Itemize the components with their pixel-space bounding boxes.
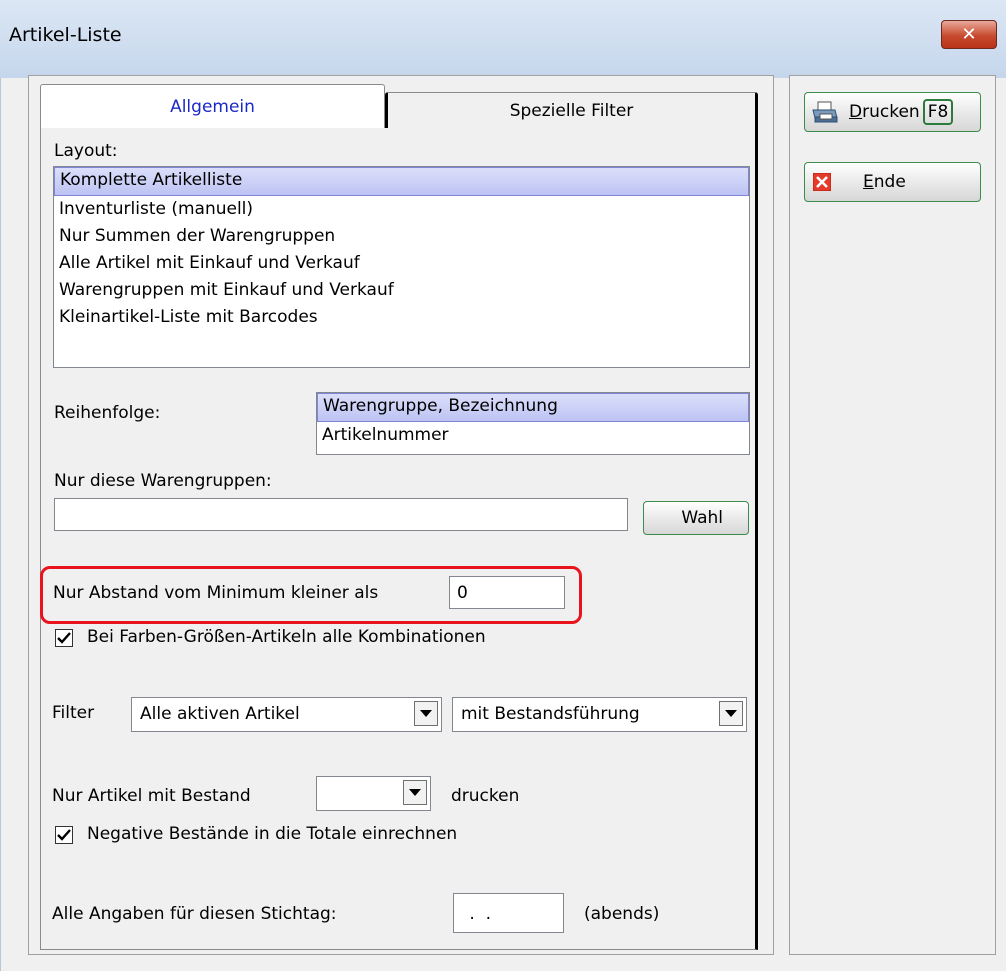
checkmark-icon <box>57 632 71 644</box>
list-item[interactable]: Warengruppen mit Einkauf und Verkauf <box>54 277 749 304</box>
chevron-down-icon[interactable] <box>403 780 427 805</box>
window-title: Artikel-Liste <box>9 24 122 46</box>
end-mnemonic: E <box>863 172 874 192</box>
list-item[interactable]: Warengruppe, Bezeichnung <box>317 393 749 422</box>
list-item[interactable]: Kleinartikel-Liste mit Barcodes <box>54 304 749 331</box>
layout-label: Layout: <box>54 141 118 161</box>
layout-listbox[interactable]: Komplette Artikelliste Inventurliste (ma… <box>53 166 750 368</box>
stichtag-suffix: (abends) <box>584 904 660 924</box>
wahl-button[interactable]: Wahl <box>643 501 749 535</box>
filter-status-select[interactable]: Alle aktiven Artikel <box>131 697 442 732</box>
tab-allgemein[interactable]: Allgemein <box>40 84 385 129</box>
stichtag-value: . . <box>464 904 492 924</box>
stichtag-label: Alle Angaben für diesen Stichtag: <box>52 904 337 924</box>
list-item[interactable]: Nur Summen der Warengruppen <box>54 223 749 250</box>
abstand-value: 0 <box>457 583 468 603</box>
printer-icon <box>811 100 839 124</box>
filter-status-value: Alle aktiven Artikel <box>140 704 300 724</box>
print-mnemonic: D <box>849 102 863 122</box>
filter-label: Filter <box>52 703 95 723</box>
wahl-button-label: Wahl <box>681 508 723 528</box>
reihenfolge-label: Reihenfolge: <box>54 403 161 423</box>
bestand-select[interactable] <box>316 776 431 811</box>
stichtag-input[interactable]: . . <box>453 893 564 933</box>
reihenfolge-listbox[interactable]: Warengruppe, Bezeichnung Artikelnummer <box>316 392 750 455</box>
bestand-label: Nur Artikel mit Bestand <box>52 786 251 806</box>
tab-spezielle-filter-label: Spezielle Filter <box>509 101 634 121</box>
negative-label: Negative Bestände in die Totale einrechn… <box>87 824 458 844</box>
close-icon <box>812 172 832 192</box>
filter-bestand-value: mit Bestandsführung <box>461 704 640 724</box>
filter-bestand-select[interactable]: mit Bestandsführung <box>452 697 747 732</box>
chevron-down-icon[interactable] <box>719 701 743 726</box>
checkmark-icon <box>57 829 71 841</box>
abstand-input[interactable]: 0 <box>449 576 565 609</box>
list-item[interactable]: Alle Artikel mit Einkauf und Verkauf <box>54 250 749 277</box>
tab-spezielle-filter[interactable]: Spezielle Filter <box>385 92 758 129</box>
list-item[interactable]: Inventurliste (manuell) <box>54 196 749 223</box>
title-bar: Artikel-Liste ✕ <box>0 0 1006 79</box>
end-label: nde <box>873 172 906 192</box>
bestand-suffix: drucken <box>451 786 520 806</box>
end-button[interactable]: Ende <box>804 162 981 202</box>
action-group-frame <box>789 75 996 955</box>
print-shortcut-badge: F8 <box>922 99 954 125</box>
list-item[interactable]: Komplette Artikelliste <box>54 167 749 196</box>
farben-label: Bei Farben-Größen-Artikeln alle Kombinat… <box>87 627 486 647</box>
warengruppen-label: Nur diese Warengruppen: <box>54 471 272 491</box>
close-icon: ✕ <box>961 24 977 45</box>
abstand-label: Nur Abstand vom Minimum kleiner als <box>53 583 379 603</box>
print-label: rucken <box>862 102 920 122</box>
warengruppen-input[interactable] <box>54 498 628 531</box>
print-button[interactable]: Drucken F8 <box>804 92 981 132</box>
chevron-down-icon[interactable] <box>414 701 438 726</box>
tab-allgemein-label: Allgemein <box>170 97 255 117</box>
negative-checkbox[interactable] <box>55 826 73 844</box>
close-button[interactable]: ✕ <box>941 20 997 49</box>
list-item[interactable]: Artikelnummer <box>317 422 749 449</box>
farben-checkbox[interactable] <box>55 629 73 647</box>
